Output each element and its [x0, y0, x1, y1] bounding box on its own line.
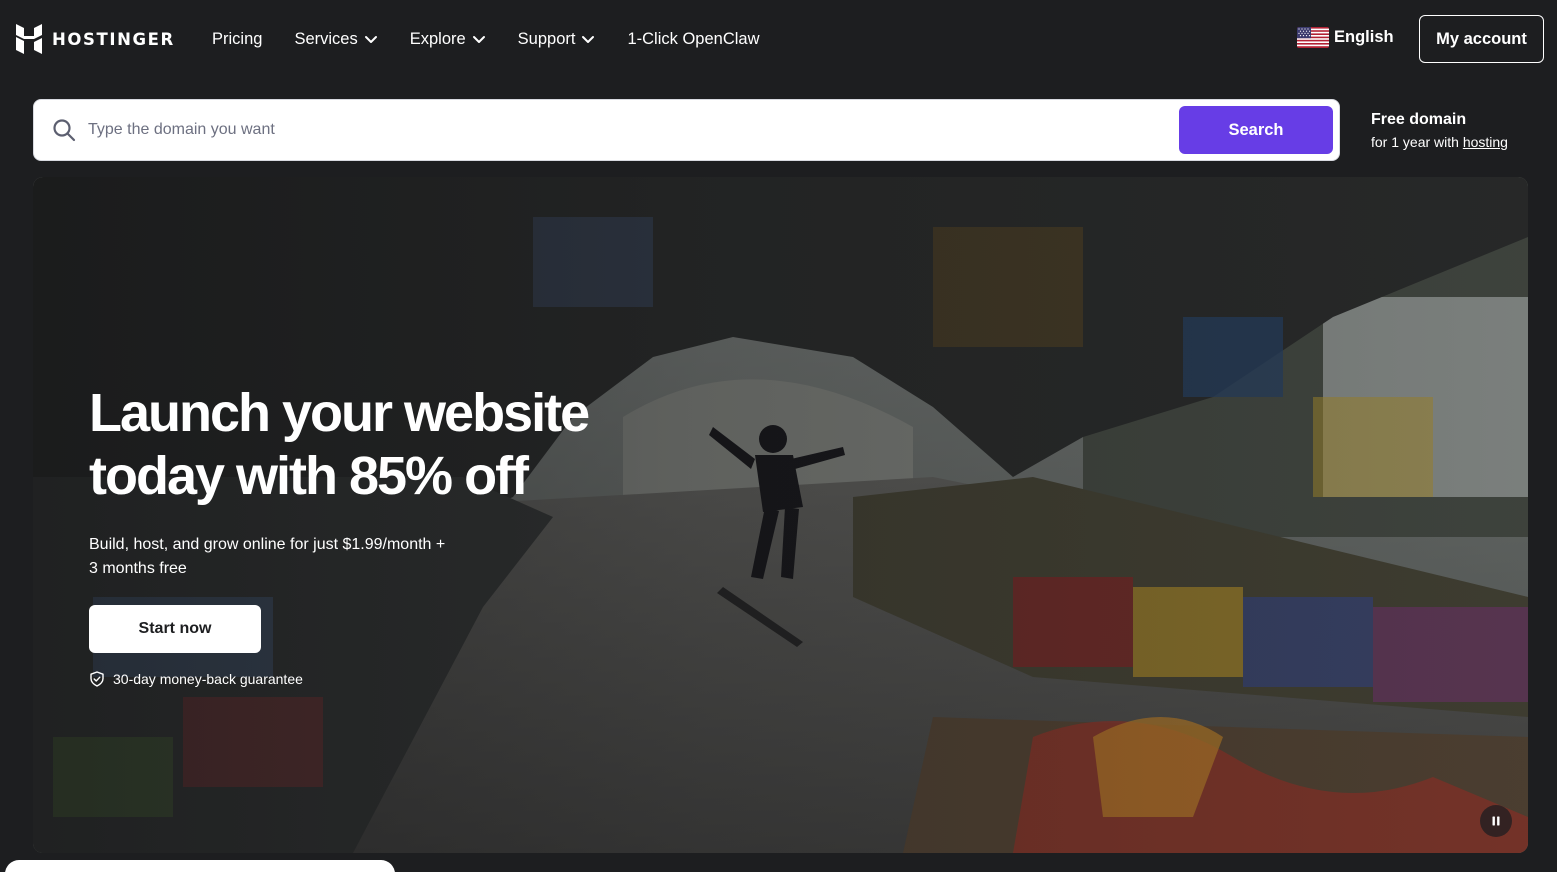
search-button[interactable]: Search — [1179, 106, 1333, 154]
main-nav: Pricing Services Explore Support 1-Click… — [212, 26, 792, 52]
hero-subtitle: Build, host, and grow online for just $1… — [89, 533, 479, 581]
nav-item-pricing[interactable]: Pricing — [212, 30, 262, 49]
us-flag-icon — [1297, 27, 1329, 48]
hostinger-logo-icon — [16, 24, 42, 54]
hero-banner: Launch your website today with 85% off B… — [33, 177, 1528, 853]
nav-item-label: Services — [294, 29, 358, 48]
hero-overlay — [33, 177, 1528, 853]
chevron-down-icon — [472, 36, 485, 43]
free-domain-promo: Free domain for 1 year with hosting — [1371, 109, 1508, 153]
nav-item-services[interactable]: Services — [294, 30, 377, 49]
nav-item-explore[interactable]: Explore — [410, 30, 486, 49]
money-back-guarantee: 30-day money-back guarantee — [89, 671, 303, 687]
free-domain-subtitle: for 1 year with hosting — [1371, 131, 1508, 153]
nav-item-label: 1-Click OpenClaw — [627, 29, 760, 48]
nav-item-support[interactable]: Support — [518, 30, 596, 49]
hero-subtitle-line: Build, host, and grow online for just $1… — [89, 536, 446, 553]
nav-item-label: Support — [517, 29, 576, 48]
nav-item-label: Pricing — [212, 29, 263, 48]
search-icon — [53, 119, 76, 142]
domain-search-bar: Search — [33, 99, 1340, 161]
pause-video-button[interactable] — [1480, 805, 1512, 837]
site-header: HOSTINGER Pricing Services Explore Suppo… — [0, 0, 1557, 78]
hero-title-line: today with 85% off — [89, 446, 529, 506]
free-domain-subtitle-text: for 1 year with — [1371, 134, 1459, 150]
chevron-down-icon — [364, 36, 377, 43]
hero-subtitle-line: 3 months free — [89, 560, 187, 577]
my-account-button[interactable]: My account — [1419, 15, 1544, 63]
guarantee-text: 30-day money-back guarantee — [113, 671, 303, 687]
language-selector[interactable]: English — [1297, 27, 1394, 48]
logo-text: HOSTINGER — [52, 29, 175, 49]
chevron-down-icon — [582, 36, 595, 43]
shield-check-icon — [90, 671, 104, 687]
start-now-button[interactable]: Start now — [89, 605, 261, 653]
language-label: English — [1334, 28, 1394, 46]
hosting-link[interactable]: hosting — [1463, 134, 1508, 150]
nav-item-label: Explore — [409, 29, 466, 48]
free-domain-title: Free domain — [1371, 111, 1467, 128]
domain-search-input[interactable] — [86, 110, 1166, 150]
nav-item-openclaw[interactable]: 1-Click OpenClaw — [627, 30, 759, 49]
hero-title: Launch your website today with 85% off — [89, 382, 649, 508]
hero-title-line: Launch your website — [89, 383, 590, 443]
hostinger-logo[interactable]: HOSTINGER — [16, 24, 175, 54]
pause-icon — [1492, 816, 1500, 826]
cookie-banner-edge — [5, 860, 395, 872]
